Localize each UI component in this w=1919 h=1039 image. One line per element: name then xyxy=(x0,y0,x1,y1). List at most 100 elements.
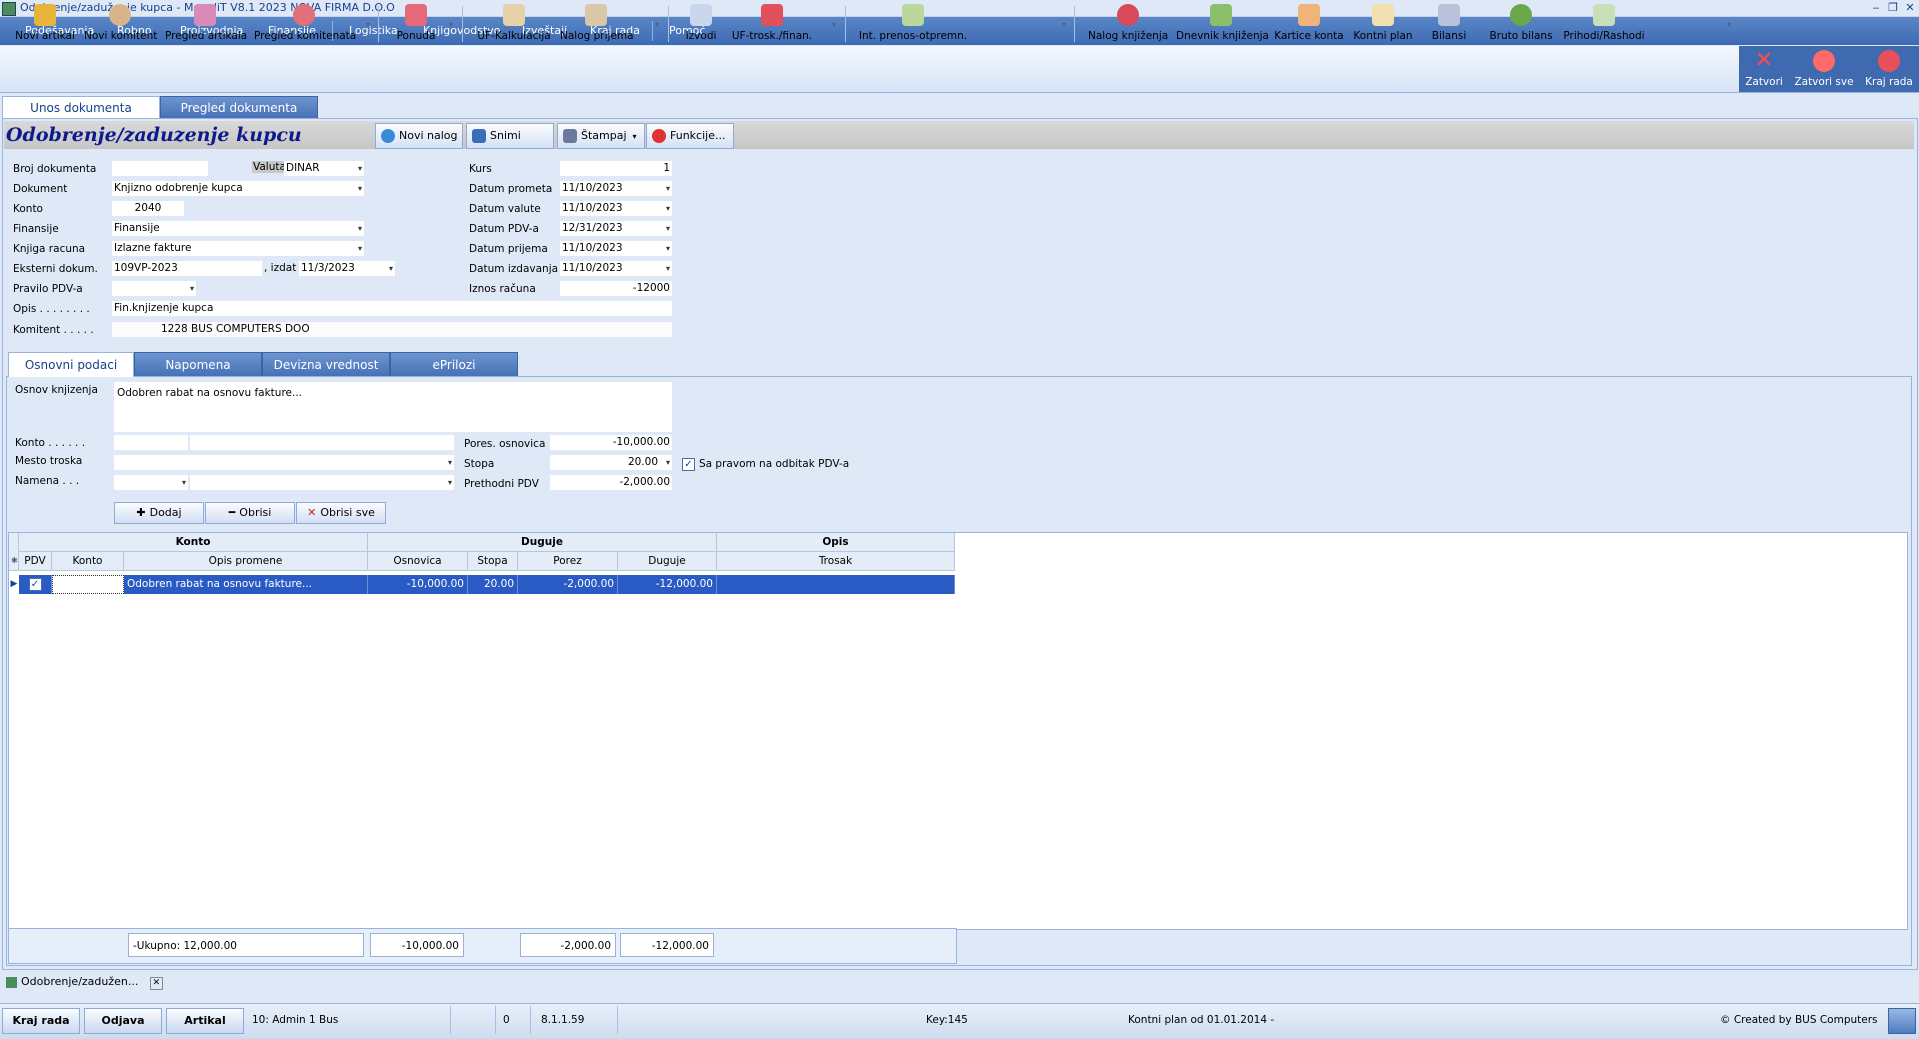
pregled-artikala-button[interactable]: Pregled artikala xyxy=(165,0,247,46)
column-header-osnovica[interactable]: Osnovica xyxy=(368,552,468,571)
kraj-rada-status-button[interactable]: Kraj rada xyxy=(2,1008,80,1034)
kurs-field[interactable]: 1 xyxy=(560,161,672,176)
table-row-porez[interactable]: -2,000.00 xyxy=(518,575,618,594)
footer-ukupno: -Ukupno: 12,000.00 xyxy=(128,933,364,957)
konto-field[interactable]: 2040 xyxy=(112,201,184,216)
tab-devizna-vrednost[interactable]: Devizna vrednost xyxy=(262,352,390,378)
izdat-date[interactable]: 11/3/2023 ▾ xyxy=(299,261,395,276)
zatvori-button[interactable]: ✕ Zatvori xyxy=(1741,46,1787,92)
table-row-trosak[interactable] xyxy=(717,575,955,594)
komitent-field[interactable]: 1228 BUS COMPUTERS DOO xyxy=(112,322,672,337)
minimize-icon[interactable]: ‒ xyxy=(1869,1,1883,14)
open-window-tab[interactable]: Odobrenje/zadužen... ✕ xyxy=(2,975,163,993)
table-row-opis[interactable]: Odobren rabat na osnovu fakture... xyxy=(124,575,368,594)
datum-prijema-date[interactable]: 11/10/2023 ▾ xyxy=(560,241,672,256)
namena-select[interactable]: ▾ xyxy=(114,475,188,490)
dokument-select[interactable]: Knjizno odobrenje kupca ▾ xyxy=(112,181,364,196)
nalog-knjizenja-button[interactable]: Nalog knjiženja xyxy=(1088,0,1168,46)
novi-komitent-button[interactable]: Novi komitent xyxy=(84,0,157,46)
mesto-troska-select[interactable]: ▾ xyxy=(114,455,454,470)
zatvori-sve-button[interactable]: Zatvori sve xyxy=(1793,46,1855,92)
osnov-knjizenja-textarea[interactable]: Odobren rabat na osnovu fakture... xyxy=(114,382,672,432)
chevron-down-icon[interactable]: ▾ xyxy=(832,20,836,29)
column-header-porez[interactable]: Porez xyxy=(518,552,618,571)
tab-unos-dokumenta[interactable]: Unos dokumenta xyxy=(2,96,160,119)
int-prenos-button[interactable]: Int. prenos-otpremn. xyxy=(858,0,968,46)
konto-stavka-field[interactable] xyxy=(114,435,188,450)
broj-dokumenta-field[interactable] xyxy=(112,161,208,176)
tab-napomena[interactable]: Napomena xyxy=(134,352,262,378)
bruto-bilans-button[interactable]: Bruto bilans xyxy=(1486,0,1556,46)
chevron-down-icon[interactable]: ▾ xyxy=(1062,20,1066,29)
novi-nalog-button[interactable]: Novi nalog xyxy=(375,123,463,149)
nalog-prijema-button[interactable]: Nalog prijema xyxy=(560,0,634,46)
kontni-plan-button[interactable]: Kontni plan xyxy=(1350,0,1416,46)
ponuda-button[interactable]: Ponuda xyxy=(390,0,442,46)
novi-artikal-button[interactable]: Novi artikal xyxy=(12,0,78,46)
chevron-down-icon[interactable]: ▾ xyxy=(655,20,659,29)
snimi-button[interactable]: Snimi xyxy=(466,123,554,149)
column-header-trosak[interactable]: Trosak xyxy=(717,552,955,571)
prihodi-rashodi-button[interactable]: Prihodi/Rashodi xyxy=(1562,0,1646,46)
chevron-down-icon[interactable]: ▾ xyxy=(1727,20,1731,29)
column-header-duguje[interactable]: Duguje xyxy=(618,552,717,571)
column-header-stopa[interactable]: Stopa xyxy=(468,552,518,571)
minus-icon: ━ xyxy=(228,506,236,519)
bilansi-button[interactable]: Bilansi xyxy=(1424,0,1474,46)
chevron-down-icon: ▾ xyxy=(189,284,194,293)
izvodi-button[interactable]: Izvodi xyxy=(678,0,724,46)
chevron-down-icon[interactable]: ▾ xyxy=(449,20,453,29)
eksterni-dokument-field[interactable]: 109VP-2023 xyxy=(112,261,262,276)
stampaj-button[interactable]: Štampaj ▾ xyxy=(557,123,645,149)
network-icon[interactable] xyxy=(1888,1008,1916,1034)
tab-pregled-dokumenta[interactable]: Pregled dokumenta xyxy=(160,96,318,120)
tab-eprilozi[interactable]: ePrilozi xyxy=(390,352,518,378)
column-header-opis-promene[interactable]: Opis promene xyxy=(124,552,368,571)
datum-prometa-date[interactable]: 11/10/2023 ▾ xyxy=(560,181,672,196)
datum-pdv-date[interactable]: 12/31/2023 ▾ xyxy=(560,221,672,236)
column-header-pdv[interactable]: PDV xyxy=(19,552,52,571)
datum-izdavanja-date[interactable]: 11/10/2023 ▾ xyxy=(560,261,672,276)
namena-naziv-select[interactable]: ▾ xyxy=(190,475,454,490)
kraj-rada-button[interactable]: Kraj rada xyxy=(1862,46,1916,92)
chevron-down-icon: ▾ xyxy=(665,204,670,213)
table-row-stopa[interactable]: 20.00 xyxy=(468,575,518,594)
close-tab-icon[interactable]: ✕ xyxy=(149,977,163,990)
obrisi-sve-button[interactable]: ✕ Obrisi sve xyxy=(296,502,386,524)
obrisi-button[interactable]: ━ Obrisi xyxy=(205,502,295,524)
pores-osnovica-field[interactable]: -10,000.00 xyxy=(550,435,672,450)
pravilo-pdv-select[interactable]: ▾ xyxy=(112,281,196,296)
grid-group-duguje: Duguje xyxy=(368,533,717,552)
finansije-select[interactable]: Finansije ▾ xyxy=(112,221,364,236)
person-add-icon xyxy=(109,4,131,26)
uf-trosk-button[interactable]: UF-trosk./finan. xyxy=(728,0,816,46)
opis-field[interactable]: Fin.knjizenje kupca xyxy=(112,301,672,316)
sa-pravom-checkbox[interactable]: ✓ xyxy=(682,458,695,471)
column-header-konto[interactable]: Konto xyxy=(52,552,124,571)
valuta-select[interactable]: DINAR ▾ xyxy=(284,161,364,176)
tab-osnovni-podaci[interactable]: Osnovni podaci xyxy=(8,352,134,377)
datum-valute-date[interactable]: 11/10/2023 ▾ xyxy=(560,201,672,216)
stopa-select[interactable]: 20.00 ▾ xyxy=(550,455,672,470)
eksterni-dokument-label: Eksterni dokum. xyxy=(13,263,98,275)
iznos-racuna-field[interactable]: -12000 xyxy=(560,281,672,296)
prethodni-pdv-field[interactable]: -2,000.00 xyxy=(550,475,672,490)
konto-naziv-field[interactable] xyxy=(190,435,454,450)
table-row-konto[interactable] xyxy=(52,575,124,594)
table-row-pdv[interactable]: ✓ xyxy=(19,575,52,594)
knjiga-racuna-select[interactable]: Izlazne fakture ▾ xyxy=(112,241,364,256)
artikal-button[interactable]: Artikal xyxy=(166,1008,244,1034)
pregled-komitenata-button[interactable]: Pregled komitenata xyxy=(254,0,356,46)
restore-icon[interactable]: ❐ xyxy=(1886,1,1900,14)
table-row-osnovica[interactable]: -10,000.00 xyxy=(368,575,468,594)
chevron-down-icon[interactable]: ▾ xyxy=(366,20,370,29)
odjava-button[interactable]: Odjava xyxy=(84,1008,162,1034)
table-row-duguje[interactable]: -12,000.00 xyxy=(618,575,717,594)
funkcije-button[interactable]: Funkcije... xyxy=(646,123,734,149)
close-icon[interactable]: ✕ xyxy=(1903,1,1917,14)
dnevnik-knjizenja-button[interactable]: Dnevnik knjiženja xyxy=(1176,0,1269,46)
kartice-konta-button[interactable]: Kartice konta xyxy=(1274,0,1344,46)
uf-kalkulacija-button[interactable]: UF-Kalkulacija xyxy=(474,0,554,46)
dodaj-button[interactable]: ✚ Dodaj xyxy=(114,502,204,524)
prethodni-pdv-label: Prethodni PDV xyxy=(464,478,539,490)
